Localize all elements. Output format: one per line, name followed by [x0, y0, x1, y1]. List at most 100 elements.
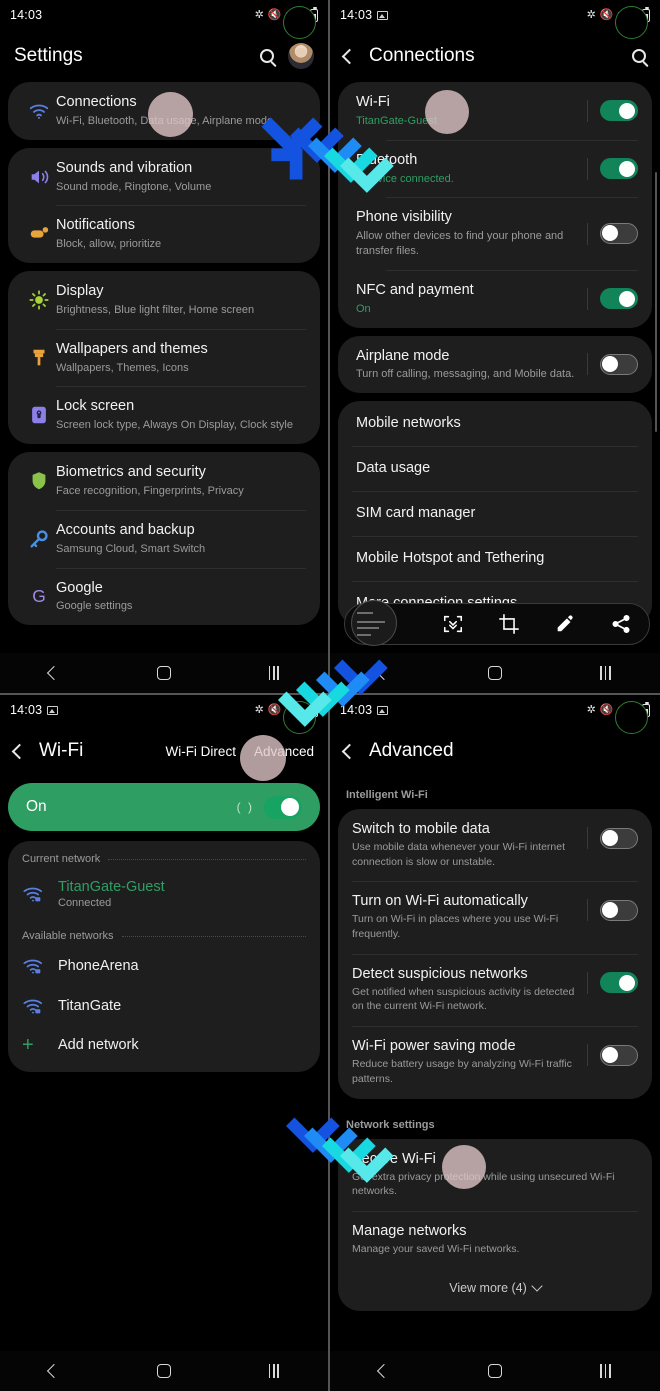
list-item[interactable]: Detect suspicious networks Get notified …	[338, 953, 652, 1026]
section-available-networks: Available networks	[8, 918, 320, 946]
item-title: Sounds and vibration	[56, 159, 193, 176]
wifi-power-saving-toggle[interactable]	[587, 1038, 638, 1067]
list-item[interactable]: Switch to mobile data Use mobile data wh…	[338, 809, 652, 881]
home-icon[interactable]	[156, 666, 171, 680]
item-subtitle: Block, allow, prioritize	[56, 238, 162, 251]
list-item[interactable]: NFC and payment On	[338, 269, 652, 328]
sidebar-item-biometrics[interactable]: Biometrics and security Face recognition…	[8, 452, 320, 510]
svg-text:G: G	[32, 586, 46, 606]
view-more-button[interactable]: View more (4)	[338, 1269, 652, 1311]
avatar[interactable]	[288, 43, 314, 69]
home-icon[interactable]	[156, 1364, 171, 1378]
phone-visibility-toggle[interactable]	[577, 222, 638, 245]
settings-group: Biometrics and security Face recognition…	[8, 452, 320, 626]
pen-icon[interactable]	[554, 613, 576, 635]
share-icon[interactable]	[610, 613, 632, 635]
item-title: Data usage	[356, 460, 431, 477]
home-icon[interactable]	[487, 666, 502, 680]
item-title: Switch to mobile data	[352, 821, 490, 837]
item-subtitle: Brightness, Blue light filter, Home scre…	[56, 303, 255, 316]
item-title: Phone visibility	[356, 209, 452, 226]
screenshot-thumbnail[interactable]	[351, 600, 397, 646]
scroll-capture-icon[interactable]	[442, 613, 464, 635]
back-icon[interactable]	[341, 743, 358, 759]
wifi-master-toggle-row[interactable]: On ( )	[8, 783, 320, 831]
scrollbar[interactable]	[655, 172, 657, 432]
list-item[interactable]: Manage networks Manage your saved Wi-Fi …	[338, 1210, 652, 1269]
item-title: NFC and payment	[356, 281, 474, 298]
list-item[interactable]: SIM card manager	[338, 490, 652, 536]
bluetooth-toggle[interactable]	[577, 157, 638, 180]
crop-icon[interactable]	[498, 613, 520, 635]
settings-list: Connections Wi-Fi, Bluetooth, Data usage…	[0, 82, 328, 653]
list-item[interactable]: PhoneArena	[8, 946, 320, 986]
list-item[interactable]: Data usage	[338, 446, 652, 491]
sidebar-item-connections[interactable]: Connections Wi-Fi, Bluetooth, Data usage…	[8, 82, 320, 140]
airplane-mode-toggle[interactable]	[577, 353, 638, 376]
sidebar-item-display[interactable]: Display Brightness, Blue light filter, H…	[8, 271, 320, 329]
list-item[interactable]: Mobile networks	[338, 401, 652, 446]
panel-settings: 14:03 ✲ 🔇 ⏹ Settings	[0, 0, 330, 695]
chevron-down-icon	[531, 1280, 543, 1292]
back-icon[interactable]	[11, 743, 28, 759]
group-header-intelligent-wifi: Intelligent Wi-Fi	[346, 789, 428, 801]
wifi-header: Wi-Fi Wi-Fi Direct Advanced	[0, 725, 328, 777]
shield-icon	[22, 470, 56, 492]
add-network-item[interactable]: + Add network	[8, 1026, 320, 1064]
item-title: Notifications	[56, 217, 135, 234]
back-icon[interactable]	[46, 1363, 61, 1379]
recents-icon[interactable]	[268, 666, 280, 680]
list-item[interactable]: Wi-Fi TitanGate-Guest	[338, 82, 652, 140]
back-icon[interactable]	[377, 665, 392, 681]
paintbrush-icon	[22, 347, 56, 369]
recents-icon[interactable]	[268, 1364, 280, 1378]
wifi-toggle[interactable]	[577, 99, 638, 122]
list-item[interactable]: Phone visibility Allow other devices to …	[338, 197, 652, 270]
back-icon[interactable]	[341, 48, 358, 64]
camera-punch-hole	[283, 701, 316, 734]
status-bar: 14:03 ✲ 🔇 ⏹	[0, 0, 328, 39]
wifi-master-toggle[interactable]	[264, 795, 302, 819]
panel-connections: 14:03 ✲ 🔇 ⏹ Connections Wi-Fi	[330, 0, 660, 695]
list-item[interactable]: TitanGate	[8, 986, 320, 1026]
switch-to-mobile-data-toggle[interactable]	[587, 821, 638, 849]
search-icon[interactable]	[260, 49, 274, 63]
nfc-toggle[interactable]	[577, 287, 638, 310]
list-item[interactable]: TitanGate-Guest Connected	[8, 869, 320, 918]
list-item[interactable]: Airplane mode Turn off calling, messagin…	[338, 336, 652, 394]
sidebar-item-wallpapers[interactable]: Wallpapers and themes Wallpapers, Themes…	[8, 328, 320, 387]
list-item[interactable]: Turn on Wi-Fi automatically Turn on Wi-F…	[338, 881, 652, 953]
status-time: 14:03	[340, 703, 373, 717]
lock-icon	[22, 404, 56, 426]
network-name: Add network	[58, 1037, 139, 1053]
list-item[interactable]: Secure Wi-Fi Get extra privacy protectio…	[338, 1139, 652, 1211]
list-item[interactable]: Wi-Fi power saving mode Reduce battery u…	[338, 1026, 652, 1098]
sidebar-item-notifications[interactable]: Notifications Block, allow, prioritize	[8, 205, 320, 263]
google-icon: G	[22, 585, 56, 607]
list-item[interactable]: Bluetooth 1 device connected.	[338, 139, 652, 198]
item-subtitle: TitanGate-Guest	[356, 114, 437, 127]
mute-icon: 🔇	[599, 8, 614, 21]
sidebar-item-google[interactable]: G Google Google settings	[8, 567, 320, 626]
settings-header: Settings	[0, 30, 328, 82]
plus-icon: +	[22, 1034, 34, 1056]
back-icon[interactable]	[377, 1363, 392, 1379]
recents-icon[interactable]	[600, 1364, 611, 1378]
item-title: Biometrics and security	[56, 464, 206, 481]
sidebar-item-sounds[interactable]: Sounds and vibration Sound mode, Rington…	[8, 148, 320, 206]
item-title: Airplane mode	[356, 347, 450, 364]
home-icon[interactable]	[487, 1364, 502, 1378]
back-icon[interactable]	[46, 665, 61, 681]
sidebar-item-lock-screen[interactable]: Lock screen Screen lock type, Always On …	[8, 386, 320, 444]
detect-suspicious-networks-toggle[interactable]	[587, 966, 638, 994]
page-title: Advanced	[369, 740, 454, 761]
item-subtitle: Samsung Cloud, Smart Switch	[56, 542, 206, 555]
recents-icon[interactable]	[600, 666, 611, 680]
wifi-lock-icon	[22, 955, 58, 977]
tab-advanced[interactable]: Advanced	[254, 744, 314, 759]
sidebar-item-accounts[interactable]: Accounts and backup Samsung Cloud, Smart…	[8, 509, 320, 568]
tab-wifi-direct[interactable]: Wi-Fi Direct	[165, 744, 236, 759]
list-item[interactable]: Mobile Hotspot and Tethering	[338, 535, 652, 581]
turn-on-wifi-automatically-toggle[interactable]	[587, 893, 638, 922]
search-icon[interactable]	[632, 49, 646, 63]
